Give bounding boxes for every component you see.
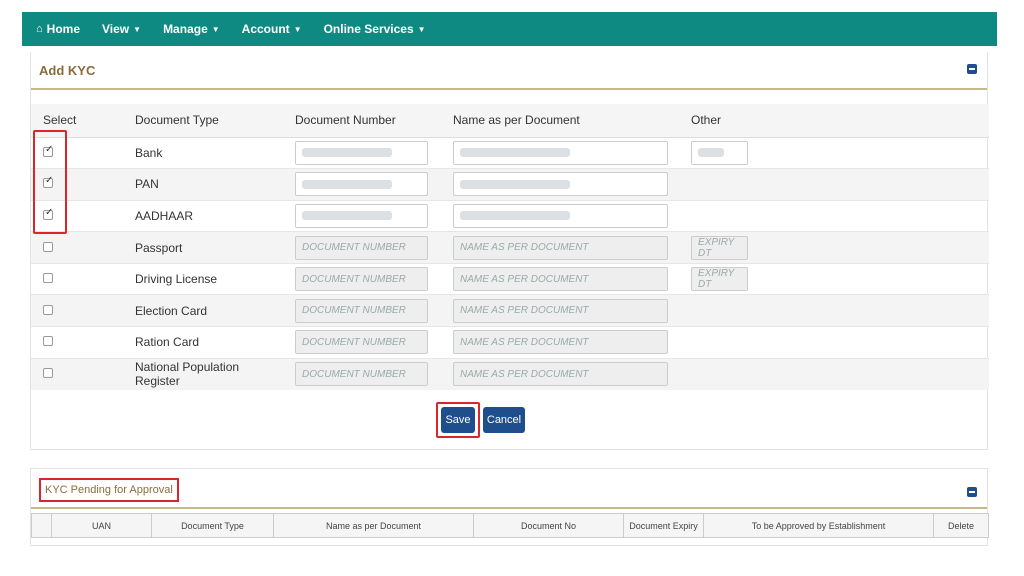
document-number-input[interactable]: DOCUMENT NUMBER	[295, 267, 428, 292]
document-type-label: Election Card	[135, 303, 208, 318]
redacted-value	[460, 148, 570, 158]
caret-down-icon: ▼	[417, 24, 426, 34]
document-type-label: Ration Card	[135, 335, 200, 350]
document-number-input[interactable]	[295, 140, 428, 165]
expiry-date-input[interactable]: EXPIRY DT	[691, 267, 748, 292]
name-as-per-document-input[interactable]: NAME AS PER DOCUMENT	[453, 298, 668, 323]
table-row: AADHAAR	[31, 199, 989, 232]
cancel-button[interactable]: Cancel	[483, 407, 525, 433]
nav-manage[interactable]: Manage ▼	[163, 22, 220, 36]
redacted-value	[460, 179, 570, 189]
nav-manage-label: Manage	[163, 22, 208, 36]
col-uan: UAN	[51, 513, 152, 538]
redacted-value	[460, 211, 570, 221]
document-type-label: Driving License	[135, 272, 218, 287]
select-checkbox[interactable]	[43, 336, 53, 347]
name-as-per-document-input[interactable]: NAME AS PER DOCUMENT	[453, 267, 668, 292]
col-document-number: Document Number	[283, 104, 441, 138]
table-row: Bank	[31, 136, 989, 169]
nav-home-label: Home	[46, 22, 80, 36]
pending-table: UAN Document Type Name as per Document D…	[31, 513, 989, 538]
col-delete: Delete	[933, 513, 989, 538]
caret-down-icon: ▼	[293, 24, 302, 34]
table-row: National Population Register DOCUMENT NU…	[31, 357, 989, 390]
document-type-label: Passport	[135, 240, 183, 255]
kyc-pending-header: KYC Pending for Approval	[31, 469, 987, 509]
select-checkbox[interactable]	[43, 304, 53, 315]
document-number-input[interactable]: DOCUMENT NUMBER	[295, 298, 428, 323]
document-number-input[interactable]	[295, 172, 428, 197]
nav-online-services[interactable]: Online Services ▼	[324, 22, 426, 36]
nav-view-label: View	[102, 22, 130, 36]
col-document-no: Document No	[473, 513, 624, 538]
col-name-as-per-document: Name as per Document	[441, 104, 679, 138]
name-as-per-document-input[interactable]	[453, 203, 668, 228]
save-button[interactable]: Save	[441, 407, 475, 433]
select-checkbox[interactable]	[43, 241, 53, 252]
select-checkbox[interactable]	[43, 273, 53, 284]
home-icon: ⌂	[36, 23, 43, 35]
top-navbar: ⌂ Home View ▼ Manage ▼ Account ▼ Online Ser…	[22, 12, 997, 46]
name-as-per-document-input[interactable]: NAME AS PER DOCUMENT	[453, 362, 668, 387]
document-type-label: Bank	[135, 145, 163, 160]
table-row: Election Card DOCUMENT NUMBER NAME AS PE…	[31, 294, 989, 327]
table-row: Passport DOCUMENT NUMBER NAME AS PER DOC…	[31, 231, 989, 264]
document-number-input[interactable]	[295, 203, 428, 228]
col-approved-by-establishment: To be Approved by Establishment	[703, 513, 934, 538]
redacted-value	[698, 148, 724, 158]
caret-down-icon: ▼	[133, 24, 142, 34]
redacted-value	[302, 179, 392, 189]
add-kyc-title: Add KYC	[39, 62, 96, 78]
checked-rows-highlight	[33, 130, 67, 234]
name-as-per-document-input[interactable]	[453, 140, 668, 165]
caret-down-icon: ▼	[211, 24, 220, 34]
nav-home[interactable]: ⌂ Home	[36, 22, 80, 36]
collapse-icon[interactable]	[967, 487, 977, 497]
other-input[interactable]	[691, 140, 748, 165]
kyc-pending-panel: KYC Pending for Approval UAN Document Ty…	[30, 468, 989, 546]
document-number-input[interactable]: DOCUMENT NUMBER	[295, 330, 428, 355]
redacted-value	[302, 211, 392, 221]
collapse-icon[interactable]	[967, 64, 977, 74]
document-number-input[interactable]: DOCUMENT NUMBER	[295, 362, 428, 387]
add-kyc-panel: Add KYC Select Document Type Document Nu…	[30, 52, 989, 450]
col-other: Other	[679, 104, 989, 138]
name-as-per-document-input[interactable]: NAME AS PER DOCUMENT	[453, 330, 668, 355]
name-as-per-document-input[interactable]	[453, 172, 668, 197]
table-row: Ration Card DOCUMENT NUMBER NAME AS PER …	[31, 326, 989, 359]
kyc-pending-title: KYC Pending for Approval	[39, 478, 179, 502]
table-row: Driving License DOCUMENT NUMBER NAME AS …	[31, 262, 989, 295]
nav-account-label: Account	[241, 22, 290, 36]
col-document-expiry: Document Expiry	[623, 513, 704, 538]
col-blank	[31, 513, 52, 538]
document-type-label: National Population Register	[135, 360, 240, 389]
document-type-label: PAN	[135, 177, 159, 192]
name-as-per-document-input[interactable]: NAME AS PER DOCUMENT	[453, 235, 668, 260]
table-row: PAN	[31, 168, 989, 201]
kyc-table: Select Document Type Document Number Nam…	[31, 104, 989, 390]
document-number-input[interactable]: DOCUMENT NUMBER	[295, 235, 428, 260]
col-document-type: Document Type	[151, 513, 274, 538]
nav-online-services-label: Online Services	[323, 22, 414, 36]
col-name-as-per-document: Name as per Document	[273, 513, 474, 538]
add-kyc-header: Add KYC	[31, 52, 987, 90]
nav-account[interactable]: Account ▼	[242, 22, 302, 36]
nav-view[interactable]: View ▼	[102, 22, 141, 36]
expiry-date-input[interactable]: EXPIRY DT	[691, 235, 748, 260]
select-checkbox[interactable]	[43, 368, 53, 379]
redacted-value	[302, 148, 392, 158]
col-document-type: Document Type	[123, 104, 283, 138]
document-type-label: AADHAAR	[135, 208, 194, 223]
